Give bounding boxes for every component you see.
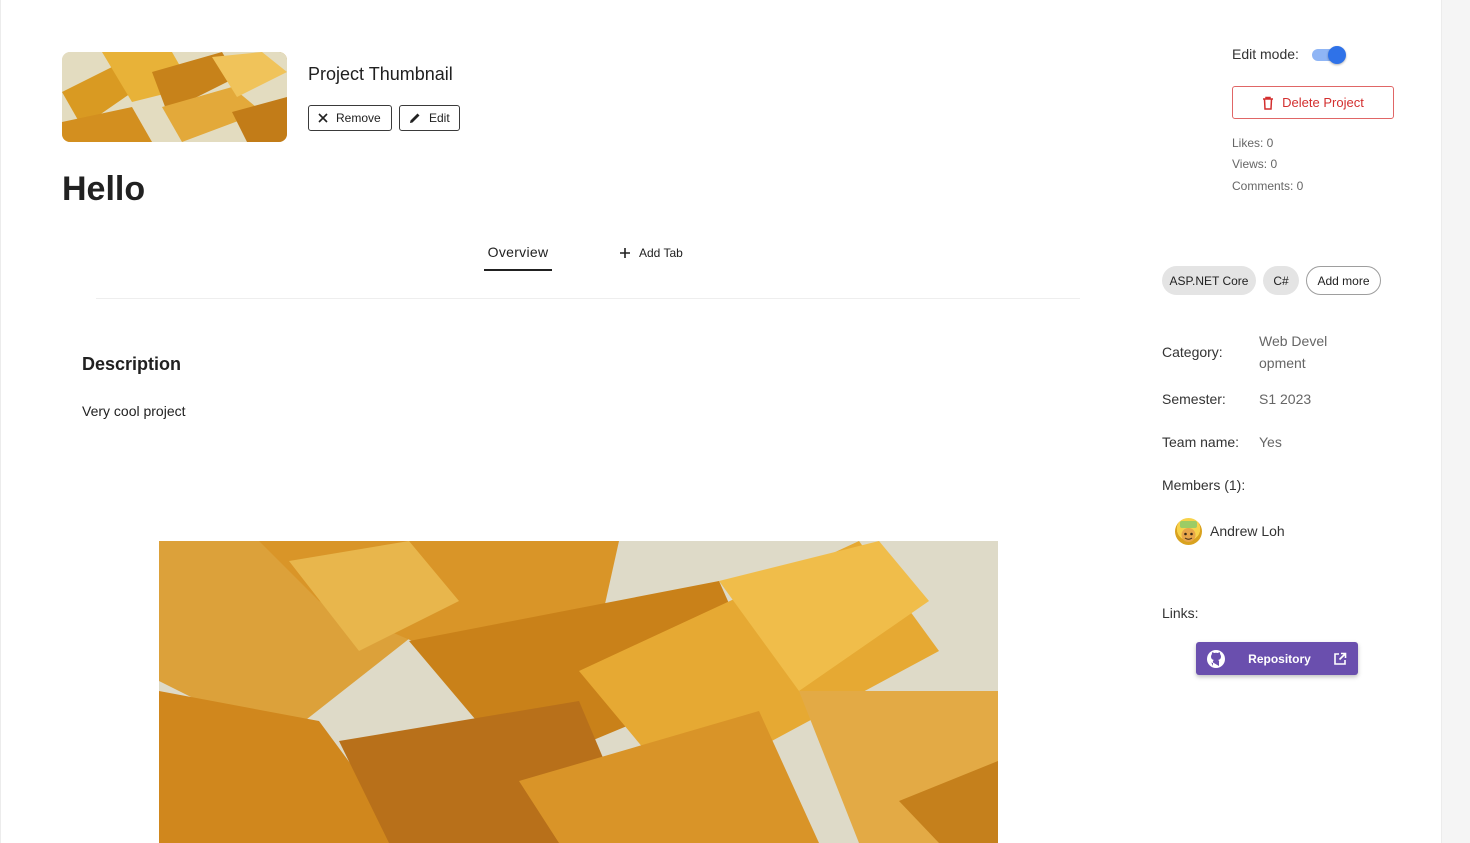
add-more-tags-button[interactable]: Add more [1306,266,1381,295]
avatar-graphic [1180,521,1197,542]
delete-project-button[interactable]: Delete Project [1232,86,1394,119]
thumbnail-title: Project Thumbnail [308,64,453,84]
close-icon [318,113,328,123]
member-name[interactable]: Andrew Loh [1210,523,1285,539]
views-count: Views: 0 [1232,157,1278,171]
tag-chip-aspnet-core[interactable]: ASP.NET Core [1162,266,1256,295]
edit-thumbnail-button[interactable]: Edit [399,105,460,131]
semester-value: S1 2023 [1259,391,1312,407]
tag-chip-csharp[interactable]: C# [1263,266,1299,295]
delete-project-label: Delete Project [1282,95,1364,110]
plus-icon [620,248,630,258]
edit-mode-label: Edit mode: [1232,46,1299,62]
category-label: Category: [1162,344,1223,360]
project-title: Hello [62,170,146,208]
comments-count: Comments: 0 [1232,179,1304,193]
team-name-value: Yes [1259,434,1282,450]
trash-icon [1263,96,1274,110]
repository-label: Repository [1248,651,1311,666]
github-icon [1207,649,1225,668]
edit-button-label: Edit [429,111,450,125]
toggle-knob [1328,46,1346,64]
tabs-divider [96,298,1080,299]
remove-thumbnail-button[interactable]: Remove [308,105,392,131]
pencil-icon [410,113,420,123]
description-text: Very cool project [82,403,186,419]
category-value-line-2: opment [1259,355,1306,371]
description-heading: Description [82,354,182,374]
avatar[interactable] [1175,518,1202,545]
scrollbar-track[interactable] [1441,0,1470,843]
add-tab-label: Add Tab [639,246,683,260]
edit-mode-toggle[interactable] [1312,46,1346,64]
repository-link-button[interactable]: Repository [1196,642,1358,675]
members-label: Members (1): [1162,477,1246,493]
project-overview-image [159,541,998,843]
likes-count: Likes: 0 [1232,136,1274,150]
project-thumbnail-image [62,52,287,142]
tab-overview[interactable]: Overview [484,244,552,271]
semester-label: Semester: [1162,391,1226,407]
page-left-edge [0,0,1,843]
links-label: Links: [1162,605,1199,621]
category-value-line-1: Web Devel [1259,333,1328,349]
add-tab-button[interactable]: Add Tab [619,246,683,260]
remove-button-label: Remove [336,111,381,125]
team-name-label: Team name: [1162,434,1240,450]
fries-thumbnail-graphic [62,52,287,142]
category-value: Web Devel opment [1259,330,1327,374]
external-link-icon [1334,652,1347,665]
fries-closeup-graphic [159,541,998,843]
